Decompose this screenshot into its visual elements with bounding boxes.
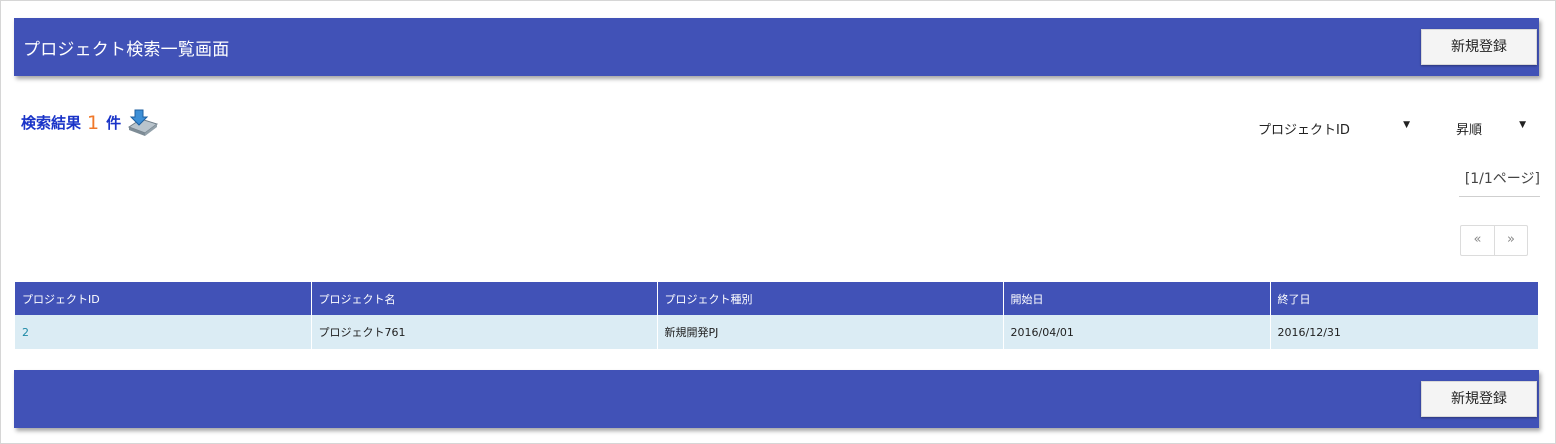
pagination: « »	[1460, 225, 1528, 256]
cell-project-name: プロジェクト761	[311, 315, 658, 349]
result-count-unit: 件	[106, 114, 122, 132]
header-bar: プロジェクト検索一覧画面 新規登録	[14, 18, 1539, 76]
page-title: プロジェクト検索一覧画面	[23, 40, 230, 60]
result-label: 検索結果	[21, 114, 82, 132]
export-download-icon[interactable]	[126, 107, 160, 137]
result-count-number: 1	[87, 112, 100, 134]
column-header-end-date[interactable]: 終了日	[1270, 282, 1538, 315]
cell-start-date: 2016/04/01	[1003, 315, 1271, 349]
new-register-button-bottom[interactable]: 新規登録	[1421, 381, 1537, 417]
new-register-button-top[interactable]: 新規登録	[1421, 29, 1537, 65]
results-table: プロジェクトID プロジェクト名 プロジェクト種別 開始日 終了日 2 プロジェ…	[15, 282, 1538, 349]
sort-field-select[interactable]: プロジェクトID ▼	[1258, 119, 1414, 138]
table-row: 2 プロジェクト761 新規開発PJ 2016/04/01 2016/12/31	[15, 315, 1538, 349]
cell-project-type: 新規開発PJ	[657, 315, 1004, 349]
cell-project-id-link[interactable]: 2	[15, 315, 312, 349]
column-header-project-type[interactable]: プロジェクト種別	[657, 282, 1004, 315]
result-count: 検索結果 1 件	[21, 107, 160, 136]
sort-order-value: 昇順	[1456, 123, 1483, 138]
column-header-start-date[interactable]: 開始日	[1003, 282, 1271, 315]
footer-bar: 新規登録	[14, 370, 1539, 428]
sort-order-select[interactable]: 昇順 ▼	[1456, 119, 1528, 138]
sort-field-value: プロジェクトID	[1258, 123, 1350, 138]
page-frame: プロジェクト検索一覧画面 新規登録 検索結果 1 件 プロジェクトID ▼ 昇順…	[0, 0, 1556, 444]
next-page-button[interactable]: »	[1494, 226, 1527, 255]
prev-page-button[interactable]: «	[1461, 226, 1494, 255]
column-header-project-name[interactable]: プロジェクト名	[311, 282, 658, 315]
table-header-row: プロジェクトID プロジェクト名 プロジェクト種別 開始日 終了日	[15, 282, 1538, 315]
cell-end-date: 2016/12/31	[1270, 315, 1538, 349]
column-header-project-id[interactable]: プロジェクトID	[15, 282, 312, 315]
dropdown-arrow-icon: ▼	[1403, 120, 1410, 130]
page-info: [1/1ページ]	[1459, 168, 1540, 197]
dropdown-arrow-icon: ▼	[1519, 120, 1526, 130]
